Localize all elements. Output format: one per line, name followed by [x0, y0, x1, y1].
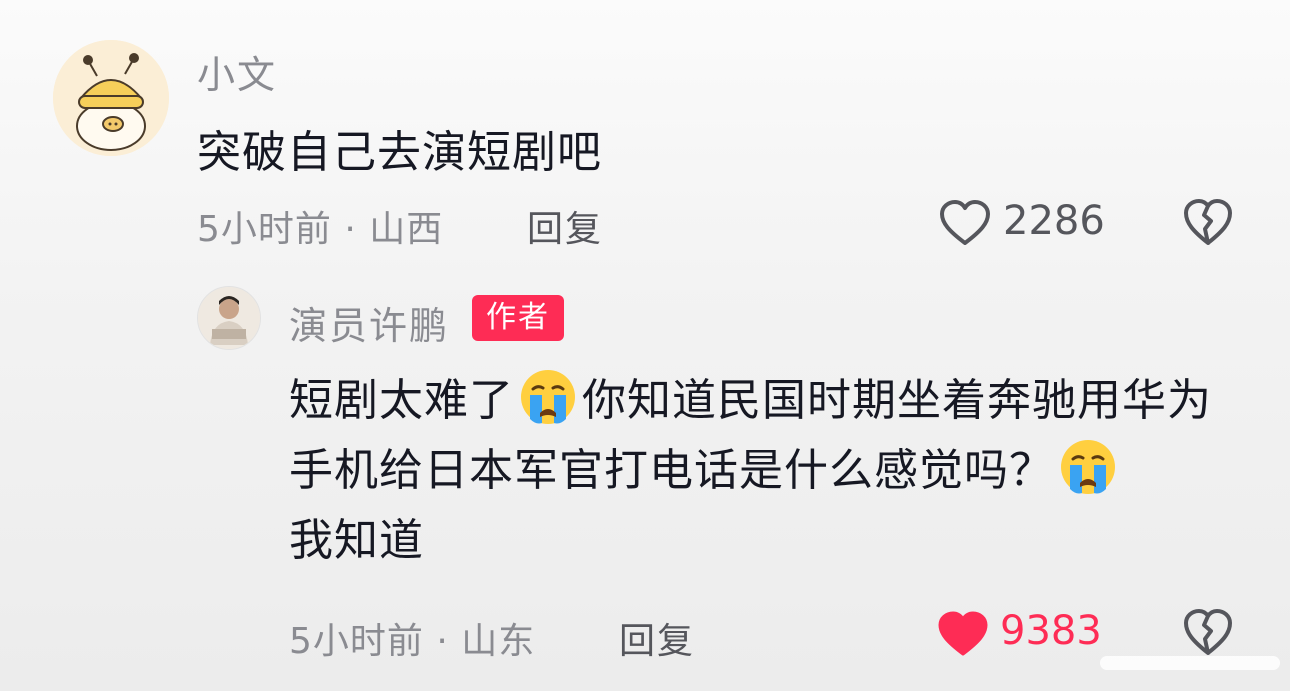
reply-text-part1: 短剧太难了 [289, 375, 514, 426]
comment-time-location: 5小时前 · 山西 [197, 209, 444, 250]
comment-text: 突破自己去演短剧吧 [197, 127, 602, 178]
reply-time-location: 5小时前 · 山东 [289, 621, 536, 662]
author-avatar[interactable] [197, 286, 261, 350]
cartoon-avatar-icon [53, 40, 169, 156]
reply-text: 短剧太难了 你知道民国时期坐着奔驰用华为手机给日本军官打电话是什么感觉吗？ 我知… [289, 366, 1249, 576]
author-username[interactable]: 演员许鹏 [289, 295, 449, 350]
like-count: 9383 [1000, 608, 1102, 654]
crying-face-icon [521, 370, 575, 424]
reply-button[interactable]: 回复 [619, 612, 695, 664]
author-badge: 作者 [472, 295, 564, 341]
heart-filled-icon[interactable] [937, 610, 989, 658]
actor-photo-icon [198, 287, 260, 349]
crying-face-icon [1061, 440, 1115, 494]
reply-text-part3: 我知道 [289, 515, 424, 566]
heart-icon[interactable] [939, 199, 991, 247]
like-count: 2286 [1003, 198, 1105, 244]
watermark-graphic [1100, 656, 1280, 670]
comment-username[interactable]: 小文 [197, 44, 277, 99]
broken-heart-icon[interactable] [1183, 197, 1233, 247]
avatar[interactable] [53, 40, 169, 156]
reply-button[interactable]: 回复 [527, 200, 603, 252]
